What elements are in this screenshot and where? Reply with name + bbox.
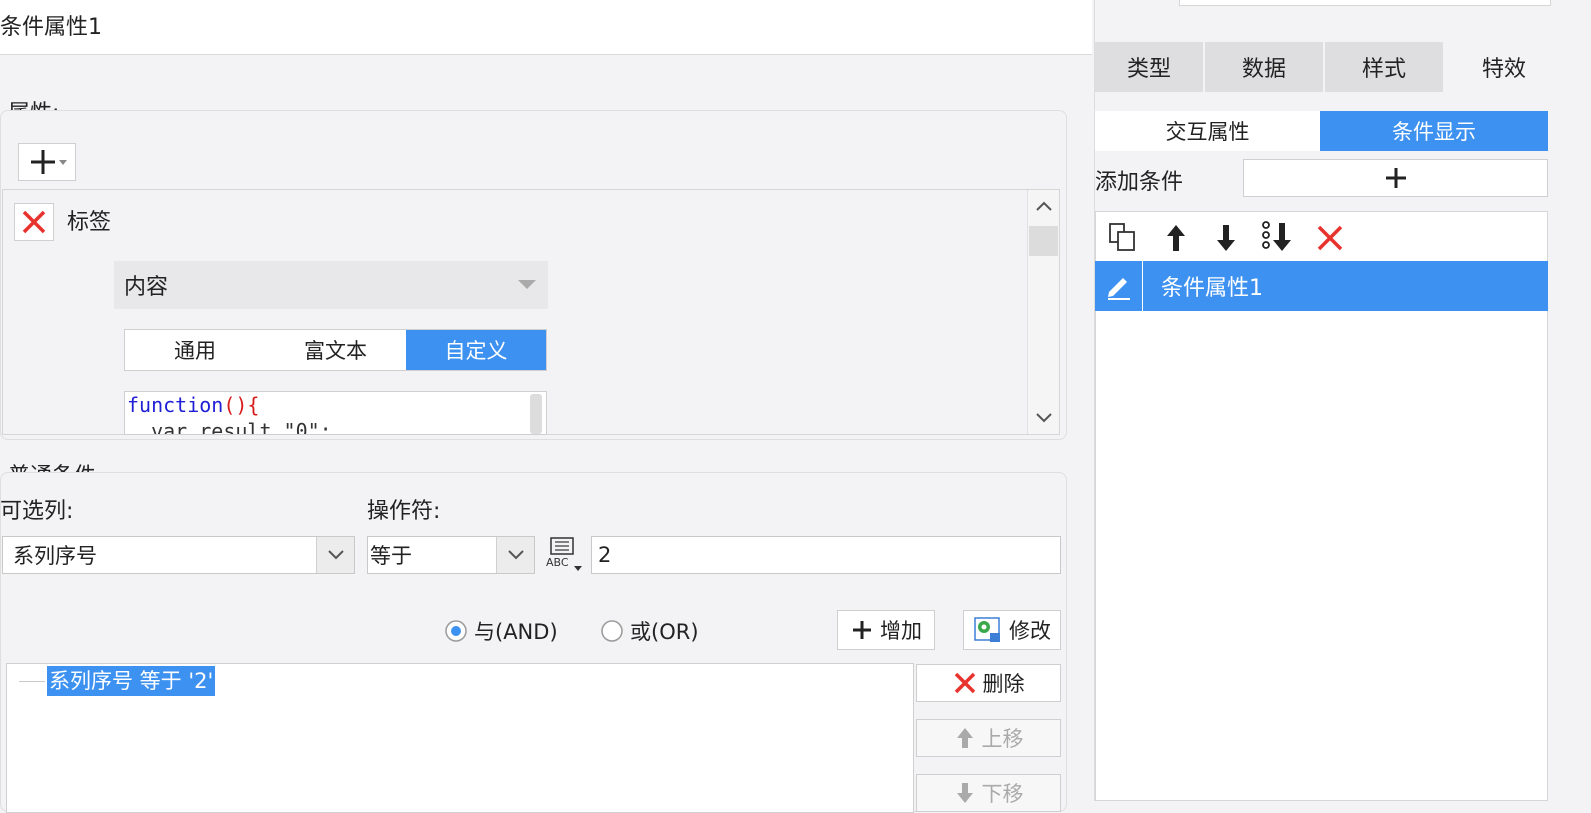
radio-unchecked-icon: [601, 620, 623, 642]
arrow-up-icon[interactable]: [1162, 222, 1190, 254]
condition-item-label: 条件属性1: [1161, 276, 1263, 301]
tree-connector: [19, 681, 45, 682]
move-up-label: 上移: [981, 727, 1024, 751]
subtab-interaction[interactable]: 交互属性: [1095, 111, 1320, 151]
code-scrollbar[interactable]: [530, 394, 542, 434]
dialog-title: 条件属性1: [0, 0, 1092, 55]
add-condition-label: 添加条件: [1095, 170, 1184, 195]
settings-sidebar: 类型 数据 样式 特效 交互属性 条件显示 添加条件 条件属性1: [1094, 0, 1591, 801]
scroll-down-icon[interactable]: [1036, 412, 1052, 424]
delete-icon[interactable]: [1316, 224, 1344, 252]
add-condition-button[interactable]: 增加: [837, 610, 935, 650]
tab-effects[interactable]: 特效: [1445, 42, 1565, 92]
operator-label: 操作符:: [367, 499, 441, 524]
move-up-button[interactable]: 上移: [916, 719, 1061, 757]
format-tabs: 通用 富文本 自定义: [124, 329, 547, 371]
or-label: 或(OR): [630, 620, 699, 644]
arrow-up-icon: [956, 728, 973, 748]
plus-dropdown-icon: [31, 150, 67, 174]
column-label: 可选列:: [0, 499, 74, 524]
code-line-2: var result "0";: [127, 419, 332, 435]
delete-button-label: 删除: [982, 672, 1025, 696]
radio-checked-icon: [445, 620, 467, 642]
condition-list-item[interactable]: 条件属性1: [1095, 261, 1548, 311]
value-input[interactable]: 2: [591, 536, 1061, 574]
effect-subtabs: 交互属性 条件显示: [1095, 111, 1548, 151]
add-button-label: 增加: [880, 619, 922, 643]
move-bottom-icon[interactable]: [1260, 220, 1296, 254]
conditions-tree: 系列序号 等于 '2': [6, 663, 914, 813]
tab-general[interactable]: 通用: [125, 330, 265, 370]
copy-icon[interactable]: [1108, 222, 1140, 254]
modify-condition-button[interactable]: 修改: [963, 610, 1061, 650]
condition-list-panel: 条件属性1: [1095, 211, 1548, 801]
and-label: 与(AND): [474, 620, 558, 644]
content-select-value: 内容: [124, 275, 169, 300]
or-radio[interactable]: 或(OR): [600, 616, 699, 646]
arrow-down-icon: [956, 783, 973, 803]
operator-select[interactable]: 等于: [367, 536, 535, 574]
scroll-up-icon[interactable]: [1036, 200, 1052, 212]
property-scrollbar[interactable]: [1027, 190, 1059, 434]
subtab-conditional-display[interactable]: 条件显示: [1320, 111, 1548, 151]
abc-formula-icon[interactable]: ABC: [545, 536, 585, 574]
close-icon: [22, 210, 46, 234]
and-radio[interactable]: 与(AND): [444, 616, 558, 646]
move-down-button[interactable]: 下移: [916, 774, 1061, 812]
modify-button-label: 修改: [1009, 619, 1051, 643]
column-select-value: 系列序号: [13, 544, 97, 568]
code-editor[interactable]: function(){ var result "0";: [124, 391, 547, 435]
property-list: 标签 内容 通用 富文本 自定义 function(){ var result …: [2, 189, 1060, 435]
code-keyword: function: [127, 393, 224, 417]
tab-style[interactable]: 样式: [1325, 42, 1445, 92]
delete-condition-button[interactable]: 删除: [916, 664, 1061, 702]
tab-type[interactable]: 类型: [1095, 42, 1205, 92]
property-item-name: 标签: [67, 210, 112, 235]
delete-icon: [954, 672, 975, 694]
tab-custom[interactable]: 自定义: [406, 330, 546, 370]
tree-item[interactable]: 系列序号 等于 '2': [47, 666, 216, 696]
tab-rich-text[interactable]: 富文本: [265, 330, 406, 370]
move-down-label: 下移: [981, 782, 1024, 806]
edit-pencil-icon[interactable]: [1095, 261, 1143, 311]
chevron-down-icon: [496, 537, 534, 573]
column-select[interactable]: 系列序号: [2, 536, 355, 574]
dropdown-arrow-icon: [518, 280, 536, 289]
scroll-thumb[interactable]: [1029, 226, 1058, 256]
plus-icon: [1385, 168, 1406, 188]
add-property-button[interactable]: [18, 143, 76, 181]
svg-text:ABC: ABC: [546, 556, 569, 569]
plus-icon: [853, 621, 871, 639]
code-paren: (){: [223, 393, 260, 417]
top-input-edge: [1179, 0, 1551, 6]
content-select[interactable]: 内容: [114, 261, 548, 309]
modify-gear-icon: [974, 617, 1000, 642]
condition-editor-panel: 条件属性1 属性: 标签 内容 通用 富文本 自定义: [0, 0, 1092, 813]
operator-select-value: 等于: [370, 544, 412, 568]
add-condition-plus-button[interactable]: [1243, 159, 1548, 197]
arrow-down-icon[interactable]: [1212, 222, 1240, 254]
chevron-down-icon: [316, 537, 354, 573]
remove-property-button[interactable]: [14, 203, 54, 241]
tab-data[interactable]: 数据: [1205, 42, 1325, 92]
